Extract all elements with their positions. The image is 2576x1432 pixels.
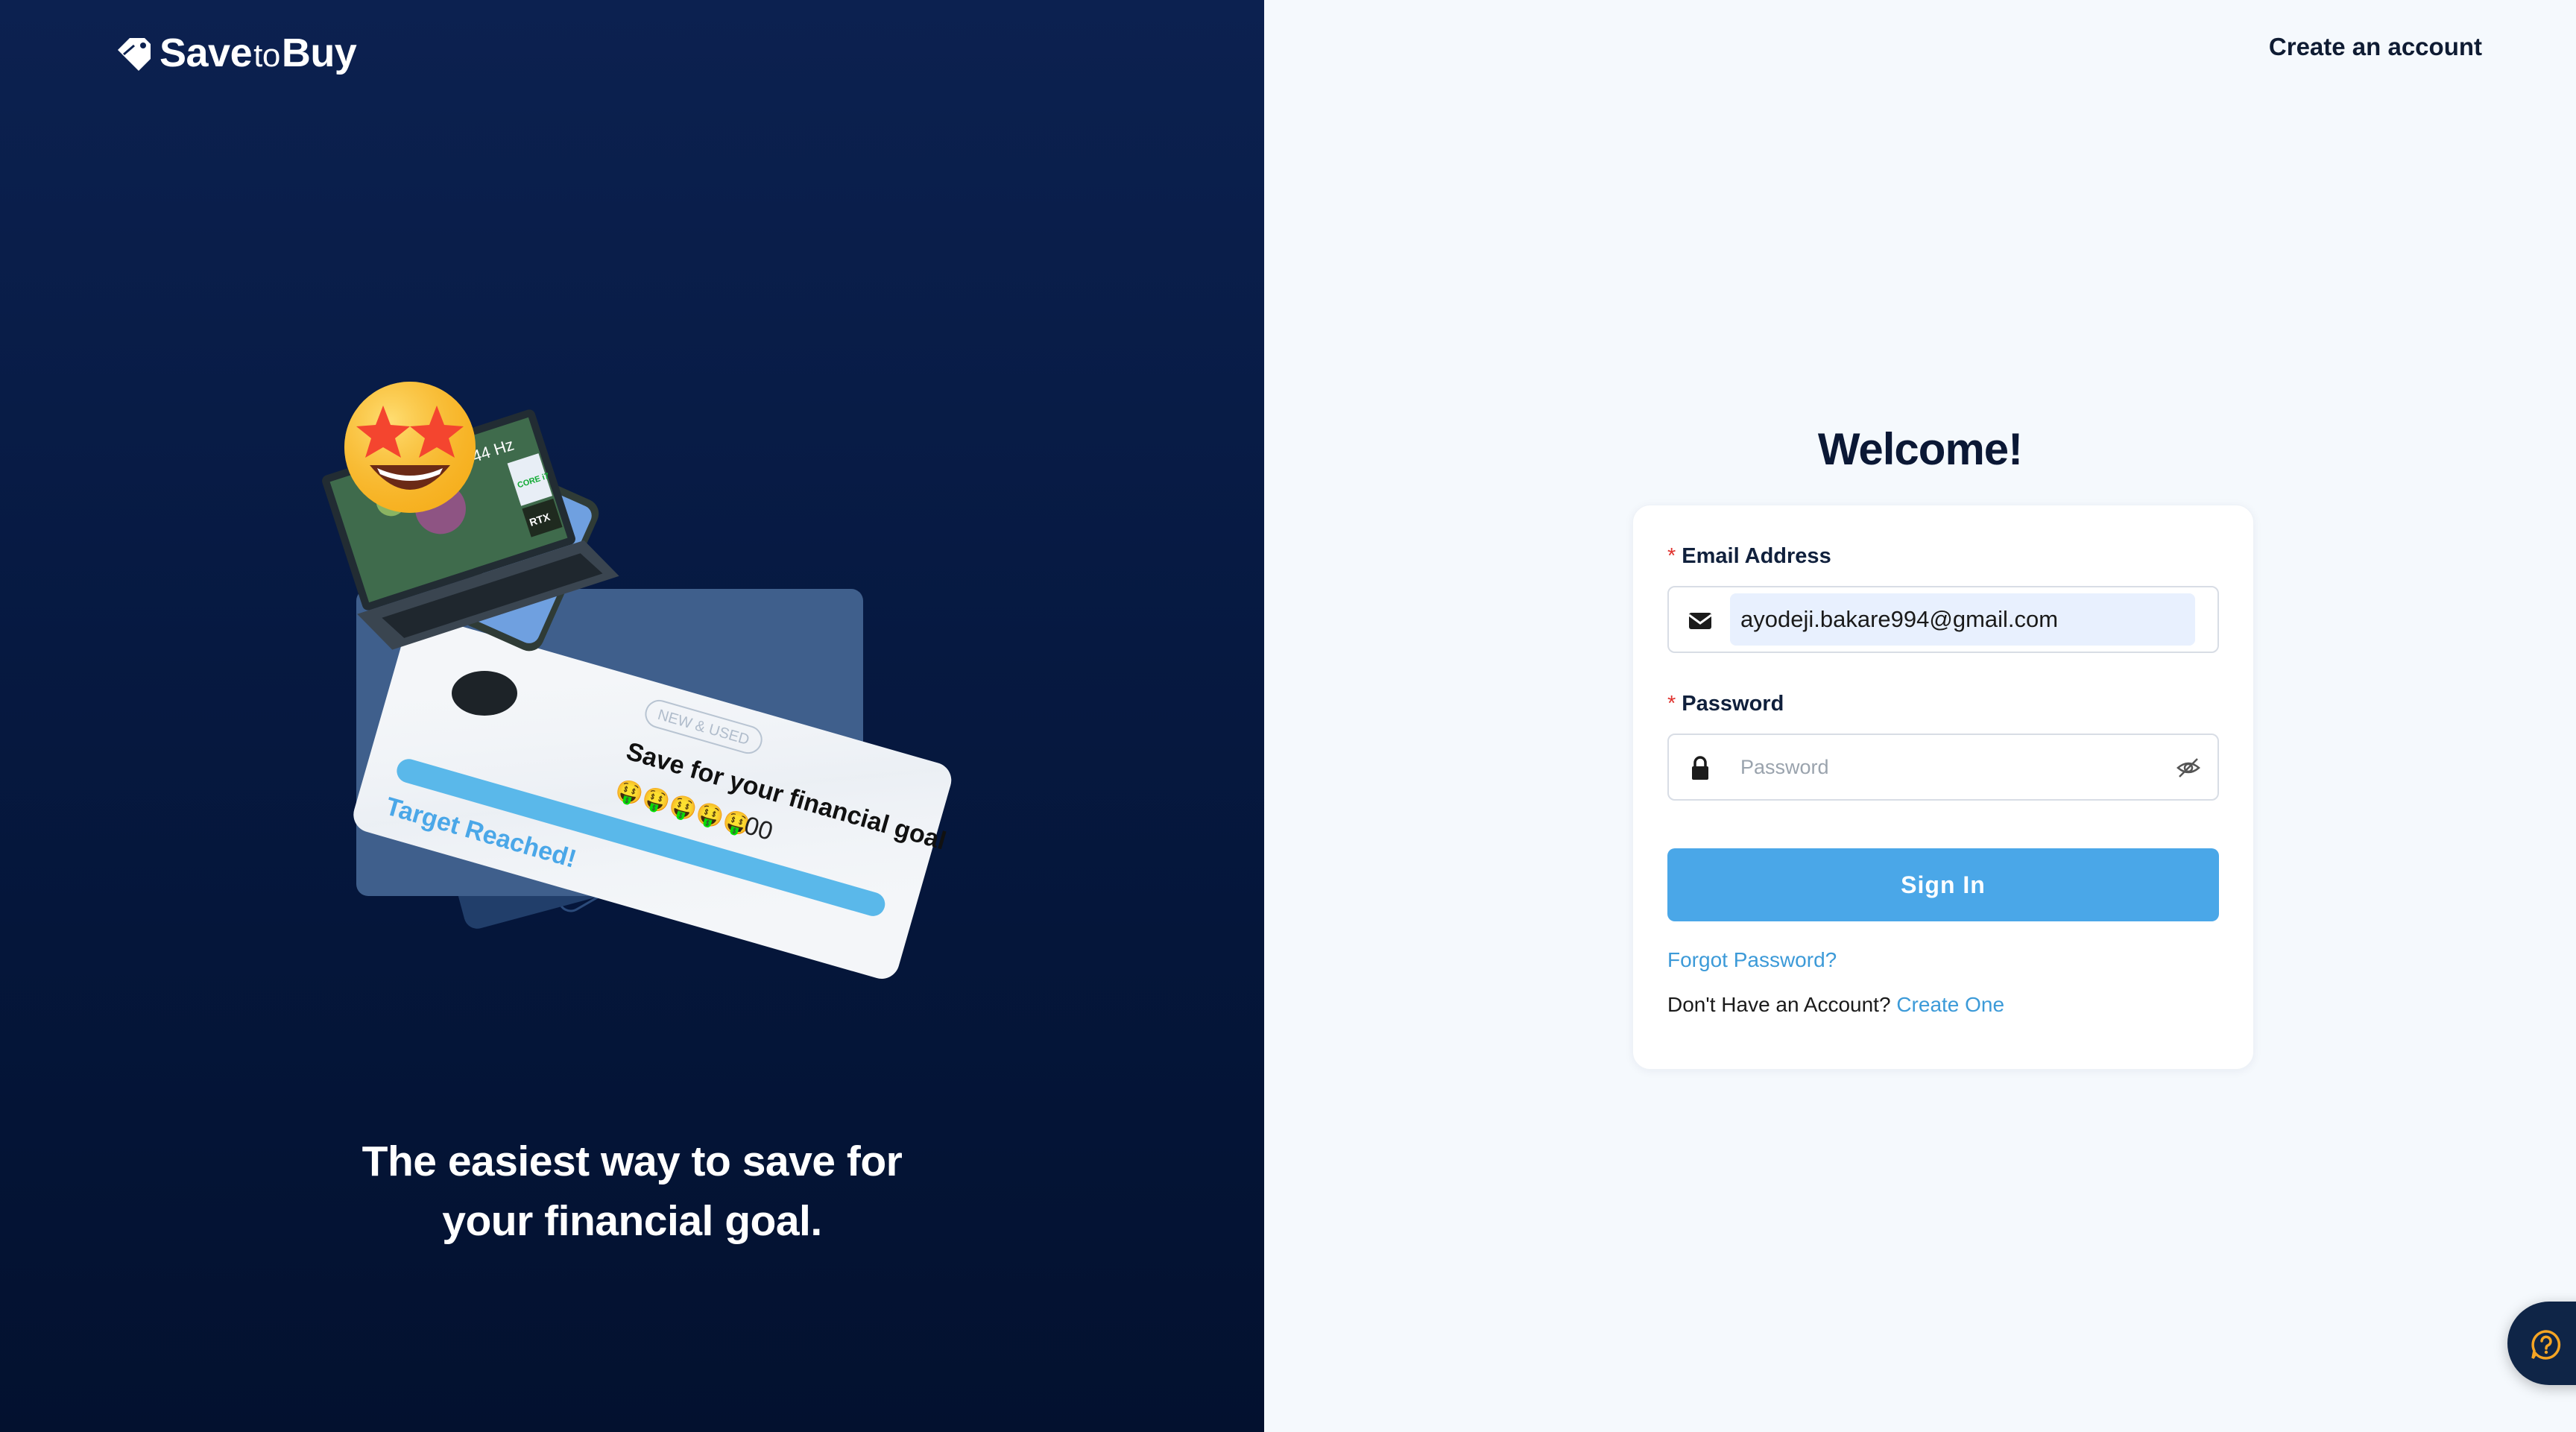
hero-tagline: The easiest way to save for your financi…	[0, 1132, 1264, 1251]
email-field[interactable]	[1667, 586, 2219, 653]
hero-illustration: NEW & USED Save for your financial goal …	[306, 365, 962, 1051]
password-field[interactable]	[1667, 734, 2219, 801]
sign-in-button[interactable]: Sign In	[1667, 848, 2219, 921]
required-marker: *	[1667, 544, 1676, 568]
tag-logo-icon	[118, 38, 151, 71]
password-input[interactable]	[1730, 741, 2162, 793]
hero-panel: Save to Buy NEW & USED Save for your finan…	[0, 0, 1264, 1432]
required-marker: *	[1667, 692, 1676, 716]
star-struck-emoji	[344, 382, 476, 513]
page-title: Welcome!	[1817, 424, 2023, 474]
create-one-link[interactable]: Create One	[1896, 993, 2004, 1016]
login-form: *Email Address *Password Si	[1632, 505, 2254, 1070]
envelope-icon	[1688, 613, 1712, 629]
brand-logo[interactable]: Save to Buy	[113, 27, 357, 79]
question-help-icon	[2531, 1330, 2561, 1360]
create-account-link[interactable]: Create an account	[2269, 33, 2482, 61]
lock-icon	[1692, 756, 1708, 780]
brand-wordmark: Save to Buy	[160, 31, 357, 75]
email-input[interactable]	[1730, 593, 2195, 646]
no-account-text: Don't Have an Account?	[1667, 993, 1891, 1016]
tagline-line-2: your financial goal.	[442, 1197, 822, 1245]
tagline-line-1: The easiest way to save for	[362, 1138, 903, 1185]
mouse-illustration	[452, 671, 517, 716]
auth-panel: Create an account Welcome! * Email Addres…	[1264, 0, 2576, 1432]
password-label: * Password	[1667, 692, 1784, 716]
email-label: * Email Address	[1667, 544, 1831, 568]
eye-off-icon[interactable]	[2176, 756, 2201, 780]
no-account-prompt: Don't Have an Account? Create One	[1667, 993, 2004, 1017]
forgot-password-link[interactable]: Forgot Password?	[1667, 948, 1837, 972]
